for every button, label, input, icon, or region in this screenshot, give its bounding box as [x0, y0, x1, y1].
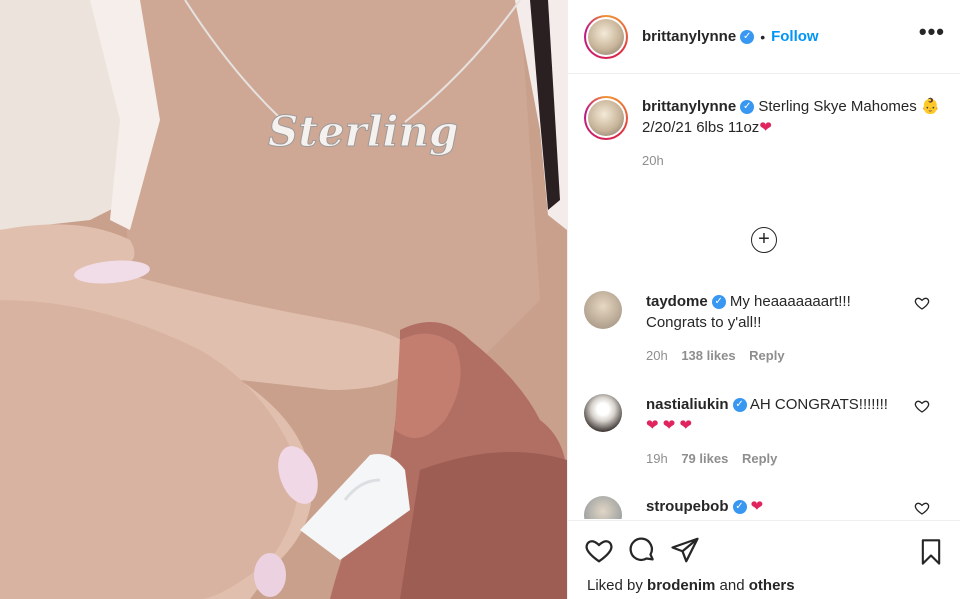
liked-by-others[interactable]: others — [749, 577, 795, 594]
comment-item: taydome ✓ My heaaaaaaart!!! Congrats to y… — [584, 291, 930, 366]
post-caption: brittanylynne ✓ Sterling Skye Mahomes 👶 2… — [584, 96, 942, 171]
post-photo[interactable]: Sterling — [0, 0, 567, 599]
load-more-comments-icon[interactable]: + — [751, 227, 777, 253]
comment-icon[interactable] — [627, 535, 657, 565]
heart-emoji-icon: ❤ — [750, 498, 764, 515]
comments-scroll-area[interactable]: brittanylynne ✓ Sterling Skye Mahomes 👶 2… — [568, 75, 960, 519]
verified-badge-icon: ✓ — [740, 29, 755, 44]
commenter-username[interactable]: taydome — [646, 293, 708, 310]
comment-timestamp: 20h — [646, 348, 668, 363]
action-bar — [584, 535, 700, 565]
like-icon[interactable] — [584, 535, 614, 565]
post-header: brittanylynne ✓ • Follow ••• — [568, 0, 960, 74]
caption-text-date: 2/20/21 6lbs 11oz — [642, 119, 760, 136]
caption-text: Sterling Skye Mahomes — [758, 98, 917, 115]
more-options-icon[interactable]: ••• — [919, 21, 945, 43]
necklace-text: Sterling — [268, 107, 458, 156]
avatar-image — [588, 18, 624, 55]
caption-username[interactable]: brittanylynne — [642, 98, 736, 115]
follow-button[interactable]: Follow — [771, 28, 819, 45]
post-side-panel: brittanylynne ✓ • Follow ••• brittanylyn… — [567, 0, 960, 599]
reply-button[interactable]: Reply — [742, 451, 777, 466]
comment-item: nastialiukin ✓ AH CONGRATS!!!!!!! ❤ ❤ ❤ 1… — [584, 394, 930, 469]
commenter-username[interactable]: nastialiukin — [646, 396, 729, 413]
comment-likes[interactable]: 138 likes — [681, 348, 735, 363]
liked-by-user[interactable]: brodenim — [647, 577, 715, 594]
comment-item: stroupebob ✓ ❤ — [584, 496, 930, 519]
author-username[interactable]: brittanylynne — [642, 28, 736, 45]
verified-badge-icon: ✓ — [711, 295, 726, 310]
like-comment-icon[interactable] — [914, 295, 930, 311]
reply-button[interactable]: Reply — [749, 348, 784, 363]
heart-emoji-icon: ❤ — [759, 119, 772, 136]
author-avatar[interactable] — [584, 14, 628, 59]
comment-text: AH CONGRATS!!!!!!! — [749, 396, 888, 413]
baby-emoji-icon: 👶 — [920, 98, 940, 115]
comment-timestamp: 19h — [646, 451, 668, 466]
heart-emoji-icon: ❤ ❤ ❤ — [646, 417, 693, 434]
commenter-avatar[interactable] — [584, 291, 622, 329]
separator-dot: • — [760, 28, 766, 45]
photo-illustration: Sterling — [0, 0, 567, 599]
save-icon[interactable] — [917, 537, 945, 567]
like-comment-icon[interactable] — [914, 500, 930, 516]
like-comment-icon[interactable] — [914, 398, 930, 414]
liked-by-summary: Liked by brodenim and others — [587, 577, 795, 594]
share-icon[interactable] — [670, 535, 700, 565]
post-actions-footer: Liked by brodenim and others — [568, 520, 960, 599]
commenter-username[interactable]: stroupebob — [646, 498, 729, 515]
caption-timestamp: 20h — [642, 153, 664, 168]
verified-badge-icon: ✓ — [732, 500, 747, 515]
commenter-avatar[interactable] — [584, 496, 622, 519]
comment-likes[interactable]: 79 likes — [681, 451, 728, 466]
caption-avatar[interactable] — [584, 96, 628, 140]
commenter-avatar[interactable] — [584, 394, 622, 432]
verified-badge-icon: ✓ — [732, 398, 747, 413]
verified-badge-icon: ✓ — [740, 100, 755, 115]
